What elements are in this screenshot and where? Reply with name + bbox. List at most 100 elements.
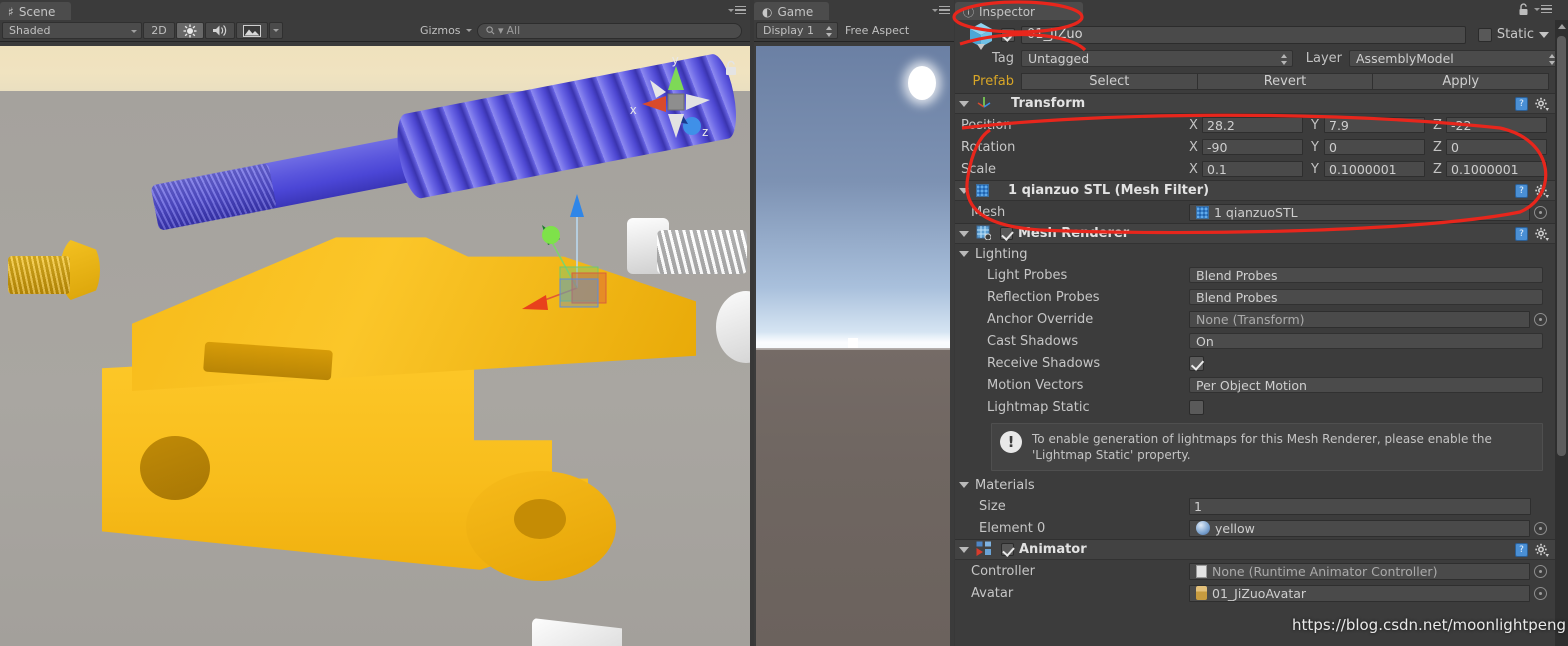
scene-toolbar: Shaded 2D Gizmos ▾ All (0, 20, 750, 42)
foldout-arrow-icon[interactable] (959, 251, 969, 257)
scale-z-field[interactable]: 0.1000001 (1446, 161, 1547, 177)
prefab-label: Prefab (972, 73, 1014, 89)
materials-foldout[interactable]: Materials (955, 475, 1555, 495)
gear-icon[interactable] (1534, 543, 1549, 558)
tag-dropdown[interactable]: Untagged (1021, 49, 1293, 67)
materials-size-field[interactable]: 1 (1189, 497, 1531, 515)
foldout-arrow-icon[interactable] (959, 100, 969, 107)
game-aspect-dropdown[interactable]: Free Aspect (839, 22, 939, 39)
scrollbar-thumb[interactable] (1557, 36, 1566, 456)
mesh-picker-button[interactable] (1534, 205, 1547, 219)
component-header-mesh-filter[interactable]: 1 qianzuo STL (Mesh Filter) ? (955, 180, 1555, 201)
anchor-override-value: None (Transform) (1196, 311, 1305, 327)
tab-game[interactable]: ◐ Game (754, 2, 830, 20)
rotation-y-field[interactable]: 0 (1324, 139, 1425, 155)
scroll-up-arrow-icon[interactable] (1558, 24, 1566, 29)
foldout-arrow-icon[interactable] (959, 187, 969, 194)
animator-enabled-checkbox[interactable] (1001, 543, 1014, 557)
transform-scale-row: Scale X 0.1 Y 0.1000001 Z 0.1000001 (955, 158, 1555, 180)
scene-lock-icon[interactable] (724, 60, 738, 75)
mesh-object-field[interactable]: 1 qianzuoSTL (1189, 203, 1530, 221)
motion-vectors-dropdown[interactable]: Per Object Motion (1189, 377, 1543, 393)
anchor-override-field[interactable]: None (Transform) (1189, 310, 1530, 328)
help-book-icon[interactable]: ? (1515, 184, 1528, 198)
scene-effects-toggle[interactable] (236, 22, 268, 39)
scale-y-field[interactable]: 0.1000001 (1324, 161, 1425, 177)
component-header-mesh-renderer[interactable]: Mesh Renderer ? (955, 223, 1555, 244)
cast-shadows-dropdown[interactable]: On (1189, 333, 1543, 349)
model-yellow-screw (8, 234, 100, 306)
game-pacman-icon: ◐ (762, 5, 773, 19)
position-x-field[interactable]: 28.2 (1202, 117, 1303, 133)
scale-x-field[interactable]: 0.1 (1202, 161, 1303, 177)
inspector-pane-menu[interactable] (1534, 3, 1552, 15)
scene-search-text: All (506, 24, 521, 37)
component-header-animator[interactable]: Animator ? (955, 539, 1555, 561)
inspector-scrollbar[interactable] (1555, 20, 1568, 646)
transform-rotation-row: Rotation X -90 Y 0 Z 0 (955, 136, 1555, 158)
prefab-select-button[interactable]: Select (1021, 72, 1198, 90)
animator-avatar-field[interactable]: 01_JiZuoAvatar (1189, 584, 1530, 602)
chevron-down-icon (932, 8, 938, 12)
game-pane-menu[interactable] (932, 4, 950, 16)
draw-mode-dropdown[interactable]: Shaded (2, 22, 142, 39)
scene-viewport[interactable]: y x z (0, 46, 750, 646)
help-book-icon[interactable]: ? (1515, 97, 1528, 111)
lighting-foldout[interactable]: Lighting (955, 244, 1555, 264)
game-display-dropdown[interactable]: Display 1 (756, 22, 838, 39)
materials-size-label: Size (979, 498, 1006, 514)
tab-inspector[interactable]: ⓘ Inspector (955, 2, 1083, 20)
inspector-pane: ⓘ Inspector 01_JiZuo Static Tag Untagged… (955, 0, 1568, 646)
gameobject-active-checkbox[interactable] (1001, 27, 1015, 42)
scene-search-input[interactable]: ▾ All (477, 22, 742, 39)
layer-dropdown[interactable]: AssemblyModel (1349, 49, 1555, 67)
rotation-x-field[interactable]: -90 (1202, 139, 1303, 155)
game-viewport[interactable] (756, 46, 950, 646)
component-header-transform[interactable]: Transform ? (955, 93, 1555, 114)
static-toggle[interactable]: Static (1477, 27, 1549, 42)
prefab-revert-button[interactable]: Revert (1197, 72, 1374, 90)
sun-icon (183, 24, 197, 37)
foldout-arrow-icon[interactable] (959, 230, 969, 237)
foldout-arrow-icon[interactable] (959, 482, 969, 489)
cube-icon (967, 20, 995, 50)
prefab-apply-button[interactable]: Apply (1373, 72, 1550, 90)
gear-icon[interactable] (1534, 227, 1549, 241)
materials-element0-field[interactable]: yellow (1189, 519, 1530, 537)
mesh-renderer-enabled-checkbox[interactable] (1000, 227, 1013, 240)
scene-lighting-toggle[interactable] (176, 22, 204, 39)
static-checkbox[interactable] (1477, 27, 1492, 42)
receive-shadows-checkbox[interactable] (1189, 355, 1204, 371)
rotation-z-field[interactable]: 0 (1446, 139, 1547, 155)
foldout-arrow-icon[interactable] (959, 546, 969, 553)
help-book-icon[interactable]: ? (1515, 227, 1528, 241)
scene-pane-menu[interactable] (728, 4, 746, 16)
lock-icon[interactable] (1518, 3, 1529, 15)
gameobject-name-field[interactable]: 01_JiZuo (1021, 25, 1466, 44)
animator-controller-field[interactable]: None (Runtime Animator Controller) (1189, 562, 1530, 580)
scene-tabstrip: ♯ Scene (0, 0, 750, 20)
materials-element0-picker-button[interactable] (1534, 521, 1547, 535)
mesh-value: 1 qianzuoSTL (1214, 204, 1298, 220)
animator-controller-picker-button[interactable] (1534, 564, 1547, 578)
lightmap-static-checkbox[interactable] (1189, 399, 1204, 415)
tab-scene[interactable]: ♯ Scene (0, 2, 72, 20)
anchor-override-picker-button[interactable] (1534, 312, 1547, 326)
position-z-field[interactable]: -22 (1446, 117, 1547, 133)
scene-orientation-gizmo[interactable]: y x z (626, 52, 726, 152)
toggle-2d-button[interactable]: 2D (143, 22, 175, 39)
position-y-field[interactable]: 7.9 (1324, 117, 1425, 133)
scene-effects-dropdown[interactable] (269, 22, 283, 39)
animator-controller-row: Controller None (Runtime Animator Contro… (955, 560, 1555, 582)
reflection-probes-dropdown[interactable]: Blend Probes (1189, 289, 1543, 305)
transform-move-gizmo[interactable] (520, 191, 640, 321)
gear-icon[interactable] (1534, 97, 1549, 111)
gizmos-dropdown[interactable]: Gizmos (414, 22, 476, 39)
scene-audio-toggle[interactable] (205, 22, 235, 39)
help-book-icon[interactable]: ? (1515, 543, 1528, 558)
chevron-down-icon[interactable] (1539, 31, 1549, 38)
light-probes-dropdown[interactable]: Blend Probes (1189, 267, 1543, 283)
inspector-tabstrip: ⓘ Inspector (955, 0, 1568, 20)
gear-icon[interactable] (1534, 184, 1549, 198)
animator-avatar-picker-button[interactable] (1534, 586, 1547, 600)
